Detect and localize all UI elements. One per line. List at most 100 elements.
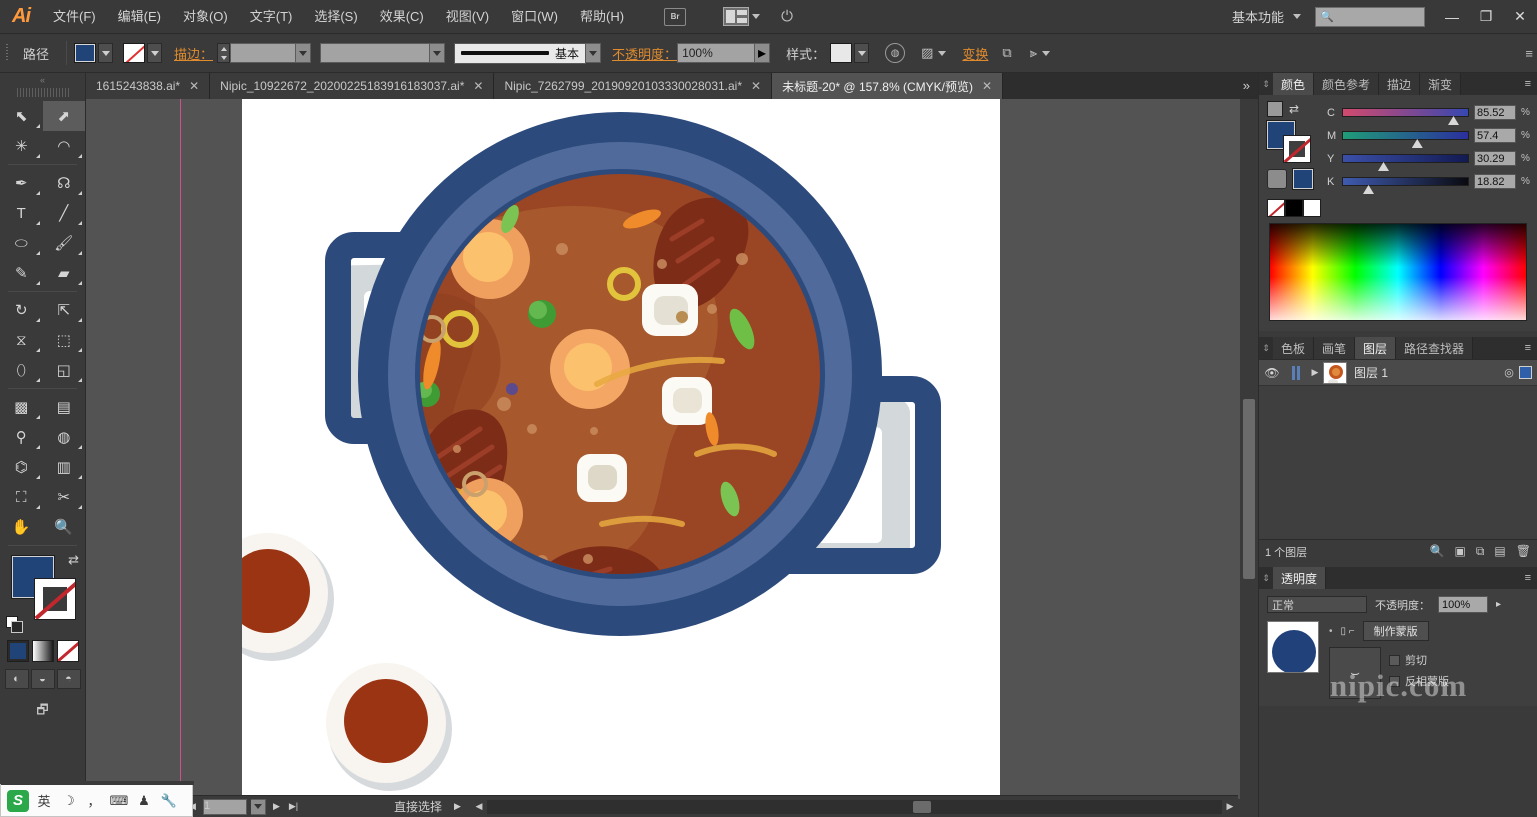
arrange-documents-icon[interactable] [718,6,764,28]
tools-panel-handle[interactable] [16,88,69,97]
layers-panel-menu-icon[interactable]: ≡ [1519,337,1537,359]
menu-window[interactable]: 窗口(W) [500,0,569,34]
slider-knob-c[interactable] [1448,116,1459,125]
lasso-tool[interactable]: ◠ [43,131,86,161]
blend-tool[interactable]: ◍ [43,422,86,452]
pencil-tool[interactable]: ✎ [0,258,43,288]
punctuation-icon[interactable]: ， [84,791,104,810]
channel-value-m[interactable]: 57.4 [1474,128,1516,143]
none-swatch[interactable] [1267,199,1285,217]
slider-track-m[interactable] [1342,131,1469,148]
window-minimize-button[interactable]: — [1435,0,1469,34]
invert-mask-checkbox-row[interactable]: 反相蒙版 [1389,673,1449,689]
user-icon[interactable]: ♟ [134,793,154,809]
fill-color-swatch[interactable] [74,43,97,63]
scale-tool[interactable]: ⇱ [43,295,86,325]
menu-object[interactable]: 对象(O) [172,0,239,34]
close-icon[interactable]: ✕ [751,79,761,93]
stroke-color-swatch[interactable] [123,43,146,63]
vertical-scroll-thumb[interactable] [1243,399,1255,579]
ellipse-tool[interactable]: ⬭ [0,228,43,258]
screen-mode-button[interactable]: 🗗 [0,701,85,723]
layer-row[interactable]: 👁 ▶ 图层 1 ◎ [1259,360,1537,386]
window-restore-button[interactable]: ❐ [1469,0,1503,34]
canvas-area[interactable] [86,99,1258,799]
swap-colors-icon[interactable]: ⇄ [1289,102,1299,116]
menu-select[interactable]: 选择(S) [303,0,368,34]
swap-fill-stroke-icon[interactable]: ⇄ [68,552,79,568]
direct-selection-tool[interactable]: ⬈ [42,101,85,131]
menu-type[interactable]: 文字(T) [239,0,304,34]
channel-value-c[interactable]: 85.52 [1474,105,1516,120]
horizontal-scroll-thumb[interactable] [913,800,932,813]
document-tab-2[interactable]: Nipic_10922672_20200225183916183037.ai* … [210,73,495,99]
tab-gradient[interactable]: 渐变 [1420,73,1462,95]
opacity-stepper-icon[interactable]: ▸ [1496,599,1501,610]
document-tab-3[interactable]: Nipic_7262799_20190920103330028031.ai* ✕ [494,73,773,99]
make-mask-button[interactable]: 制作蒙版 [1362,621,1429,641]
selection-tool[interactable]: ⬉ [0,101,43,131]
slider-knob-m[interactable] [1411,139,1423,148]
tab-swatches[interactable]: 色板 [1273,337,1315,359]
width-tool[interactable]: ⧖ [0,325,43,355]
mask-link-icon[interactable]: • [1329,626,1333,637]
mesh-tool[interactable]: ▩ [0,392,43,422]
draw-inside-button[interactable]: ◓ [56,669,81,689]
tab-overflow-icon[interactable]: » [1235,73,1258,99]
tools-panel-grip[interactable]: « [0,73,85,87]
workspace-switcher[interactable]: 基本功能 [1224,5,1309,28]
transparency-panel-grip[interactable]: ⇕ [1259,567,1273,589]
eraser-tool[interactable]: ▰ [43,258,86,288]
free-transform-tool[interactable]: ⬚ [43,325,86,355]
soft-keyboard-icon[interactable]: ⌨ [109,793,129,809]
transform-label[interactable]: 变换 [962,44,988,63]
layers-panel-grip[interactable]: ⇕ [1259,337,1273,359]
blend-mode-select[interactable]: 正常 [1267,596,1367,613]
search-input[interactable]: 🔍 [1315,6,1425,27]
tab-layers[interactable]: 图层 [1355,337,1397,359]
type-tool[interactable]: T [0,198,43,228]
sogou-logo-icon[interactable]: S [7,789,29,812]
create-new-sublayer-icon[interactable]: ⧉ [1476,544,1485,559]
draw-normal-button[interactable]: ◐ [4,669,29,689]
stroke-weight-dropdown[interactable] [296,43,312,63]
color-panel-stroke-swatch[interactable] [1283,135,1311,163]
stroke-profile-dropdown[interactable] [430,43,446,63]
delete-selection-icon[interactable]: 🗑 [1516,544,1531,559]
slice-tool[interactable]: ✂ [43,482,86,512]
channel-value-k[interactable]: 18.82 [1474,174,1516,189]
perspective-grid-tool[interactable]: ◱ [43,355,86,385]
window-close-button[interactable]: ✕ [1503,0,1537,34]
artboard-tool[interactable]: ⛶ [0,482,43,512]
brush-definition-dropdown[interactable] [586,43,602,63]
artboard-dropdown[interactable] [251,798,266,815]
visibility-eye-icon[interactable]: 👁 [1259,366,1285,380]
document-tab-4-active[interactable]: 未标题-20* @ 157.8% (CMYK/预览) ✕ [772,73,1004,99]
zoom-tool[interactable]: 🔍 [43,512,86,542]
clip-checkbox-row[interactable]: 剪切 [1389,652,1449,668]
artboard-number-field[interactable]: 1 [203,798,247,815]
color-panel-menu-icon[interactable]: ≡ [1519,73,1537,95]
control-bar-menu-icon[interactable]: ≡ [1525,46,1533,61]
expand-layer-icon[interactable]: ▶ [1307,367,1323,378]
draw-behind-button[interactable]: ◒ [30,669,55,689]
menu-effect[interactable]: 效果(C) [369,0,435,34]
transparency-opacity-field[interactable]: 100% [1438,596,1488,613]
slider-knob-k[interactable] [1363,185,1374,194]
close-icon[interactable]: ✕ [189,79,199,93]
slider-track-y[interactable] [1342,154,1469,171]
channel-value-y[interactable]: 30.29 [1474,151,1516,166]
tab-color-guide[interactable]: 颜色参考 [1314,73,1380,95]
graphic-style-dropdown[interactable] [854,43,870,63]
bridge-icon[interactable]: Br [660,6,690,28]
color-fill-button[interactable] [6,640,29,662]
magic-wand-tool[interactable]: ✳ [0,131,43,161]
shape-builder-tool[interactable]: ⬯ [0,355,43,385]
fill-color-dropdown[interactable] [98,43,114,63]
language-mode-icon[interactable]: 英 [34,791,54,810]
scroll-left-arrow[interactable]: ◀ [471,799,487,815]
canvas-vertical-scrollbar[interactable] [1240,99,1258,799]
default-fill-stroke-icon[interactable] [6,616,23,633]
distribute-icon[interactable]: ⫸ [1030,45,1051,61]
transparency-panel-menu-icon[interactable]: ≡ [1519,567,1537,589]
